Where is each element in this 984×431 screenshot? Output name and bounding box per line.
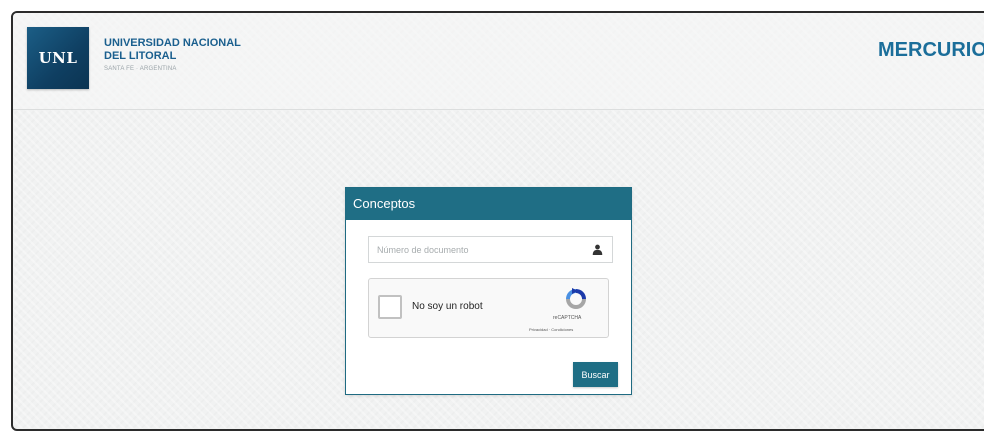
logo-text: UNL bbox=[38, 49, 78, 67]
university-name-line1: UNIVERSIDAD NACIONAL bbox=[104, 37, 241, 49]
recaptcha-brand: reCAPTCHA bbox=[553, 315, 582, 321]
recaptcha-logo-icon bbox=[566, 288, 586, 309]
recaptcha-widget: No soy un robot reCAPTCHA Privacidad · C… bbox=[368, 278, 609, 338]
unl-logo[interactable]: UNL bbox=[27, 27, 89, 89]
university-name-line2: DEL LITORAL bbox=[104, 50, 177, 62]
university-location: SANTA FE · ARGENTINA bbox=[104, 66, 177, 72]
recaptcha-checkbox[interactable] bbox=[378, 295, 402, 319]
university-name: UNIVERSIDAD NACIONAL DEL LITORAL bbox=[104, 37, 241, 63]
site-header: UNL UNIVERSIDAD NACIONAL DEL LITORAL SAN… bbox=[13, 13, 984, 110]
user-icon bbox=[588, 241, 606, 259]
panel-title: Conceptos bbox=[346, 188, 631, 220]
recaptcha-label: No soy un robot bbox=[412, 301, 483, 312]
search-button[interactable]: Buscar bbox=[573, 362, 618, 387]
browser-frame: UNL UNIVERSIDAD NACIONAL DEL LITORAL SAN… bbox=[11, 11, 984, 431]
recaptcha-links[interactable]: Privacidad · Condiciones bbox=[529, 327, 573, 332]
concepts-panel: Conceptos No soy un robot reCAPTCHA Pr bbox=[345, 187, 632, 395]
brand-title[interactable]: MERCURIO bbox=[878, 39, 984, 62]
document-number-field bbox=[368, 236, 613, 263]
document-number-input[interactable] bbox=[369, 237, 588, 262]
